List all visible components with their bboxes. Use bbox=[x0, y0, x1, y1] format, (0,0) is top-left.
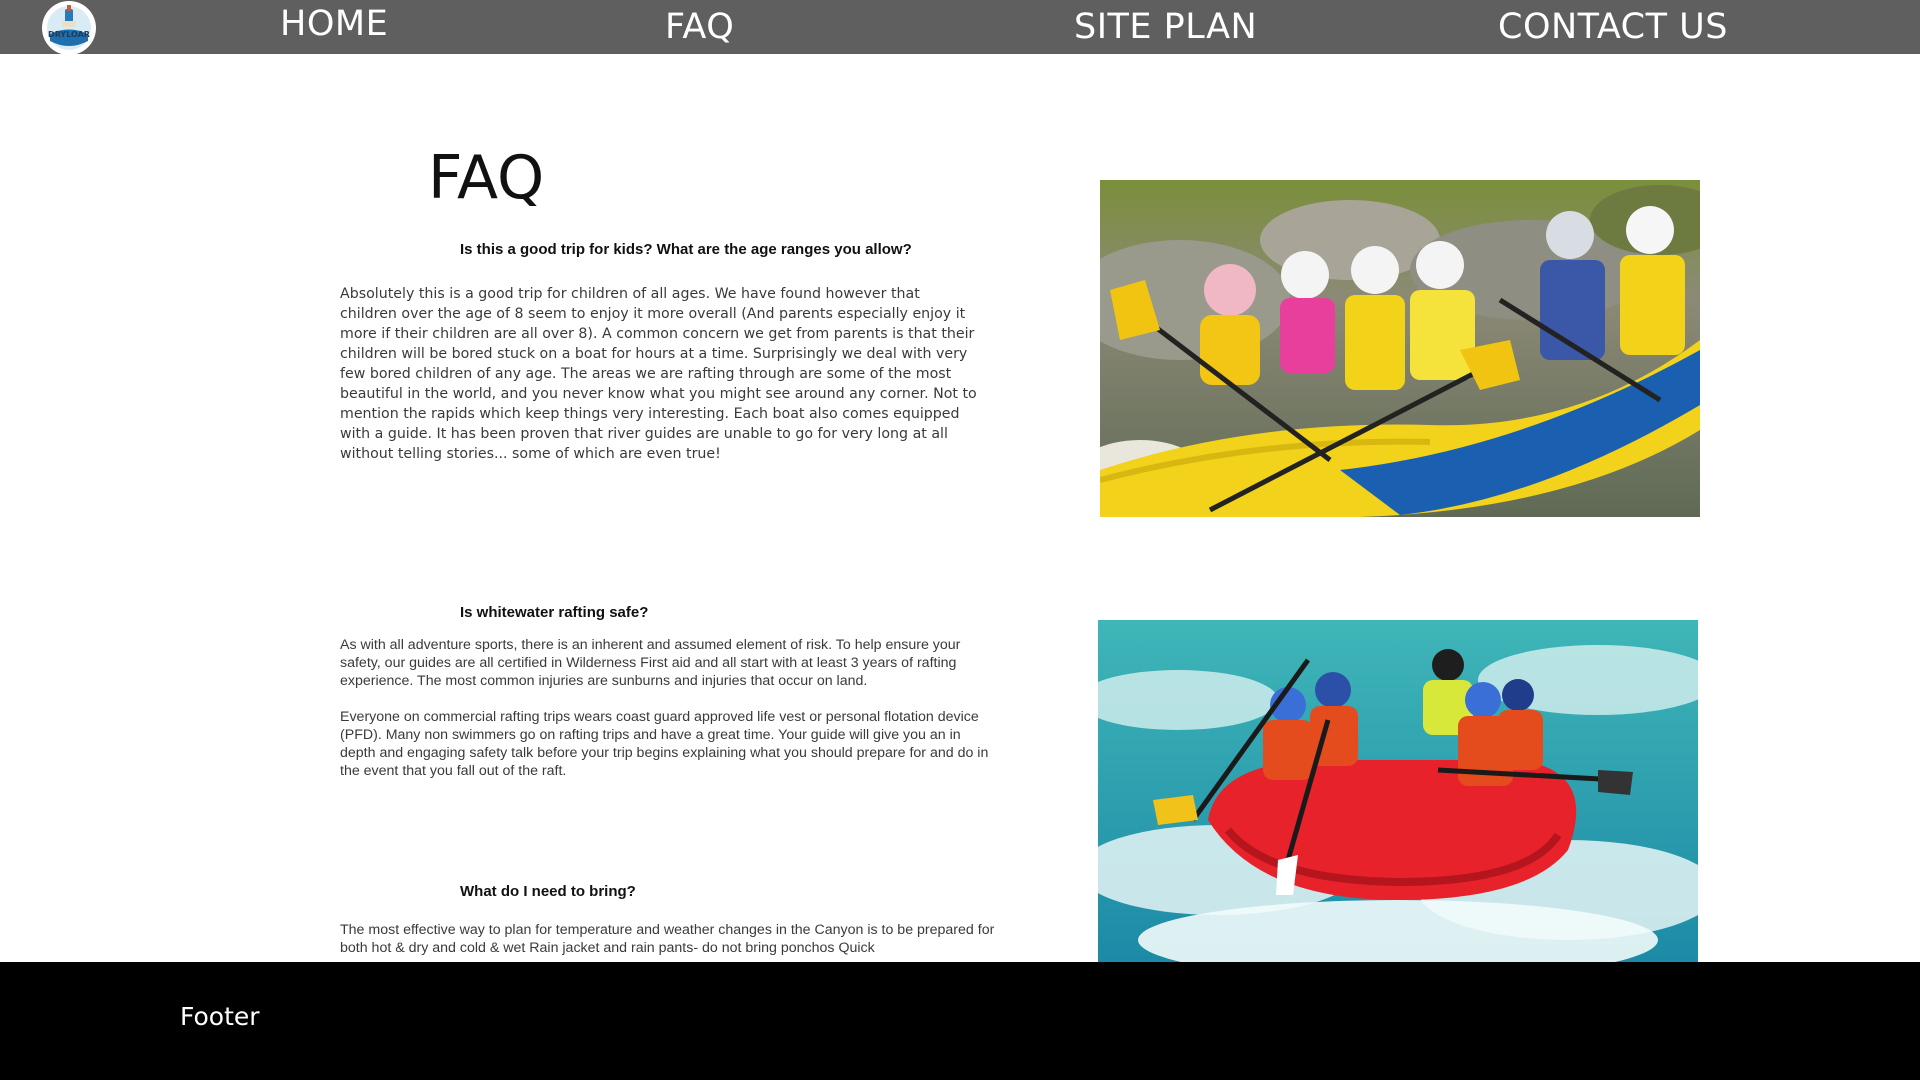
logo[interactable]: DRYLOAR bbox=[42, 1, 96, 55]
logo-icon: DRYLOAR bbox=[43, 2, 95, 54]
faq-question-kids: Is this a good trip for kids? What are t… bbox=[460, 241, 912, 258]
footer bbox=[0, 962, 1920, 1080]
nav-contact-us-link[interactable]: CONTACT US bbox=[1498, 0, 1728, 54]
top-nav-bar: DRYLOAR HOME FAQ SITE PLAN CONTACT US bbox=[0, 0, 1920, 55]
faq-question-safety: Is whitewater rafting safe? bbox=[460, 604, 649, 621]
footer-text: Footer bbox=[180, 1002, 260, 1031]
logo-text: DRYLOAR bbox=[48, 30, 90, 39]
rafting-family-image bbox=[1100, 180, 1700, 517]
faq-answer-kids: Absolutely this is a good trip for child… bbox=[340, 286, 977, 462]
faq-question-bring: What do I need to bring? bbox=[460, 883, 636, 900]
nav-faq-link[interactable]: FAQ bbox=[665, 0, 734, 54]
whitewater-raft-photo bbox=[1098, 620, 1698, 962]
faq-answer-safety-paragraph-1: As with all adventure sports, there is a… bbox=[340, 637, 961, 689]
page: DRYLOAR HOME FAQ SITE PLAN CONTACT US FA… bbox=[0, 0, 1920, 1080]
page-title: FAQ bbox=[428, 143, 545, 213]
nav-home-link[interactable]: HOME bbox=[280, 0, 388, 51]
faq-answer-safety-paragraph-2: Everyone on commercial rafting trips wea… bbox=[340, 709, 989, 779]
nav-site-plan-link[interactable]: SITE PLAN bbox=[1074, 0, 1257, 54]
whitewater-raft-image bbox=[1098, 620, 1698, 962]
rafting-family-photo bbox=[1100, 180, 1700, 517]
faq-answer-bring: The most effective way to plan for tempe… bbox=[340, 922, 995, 956]
